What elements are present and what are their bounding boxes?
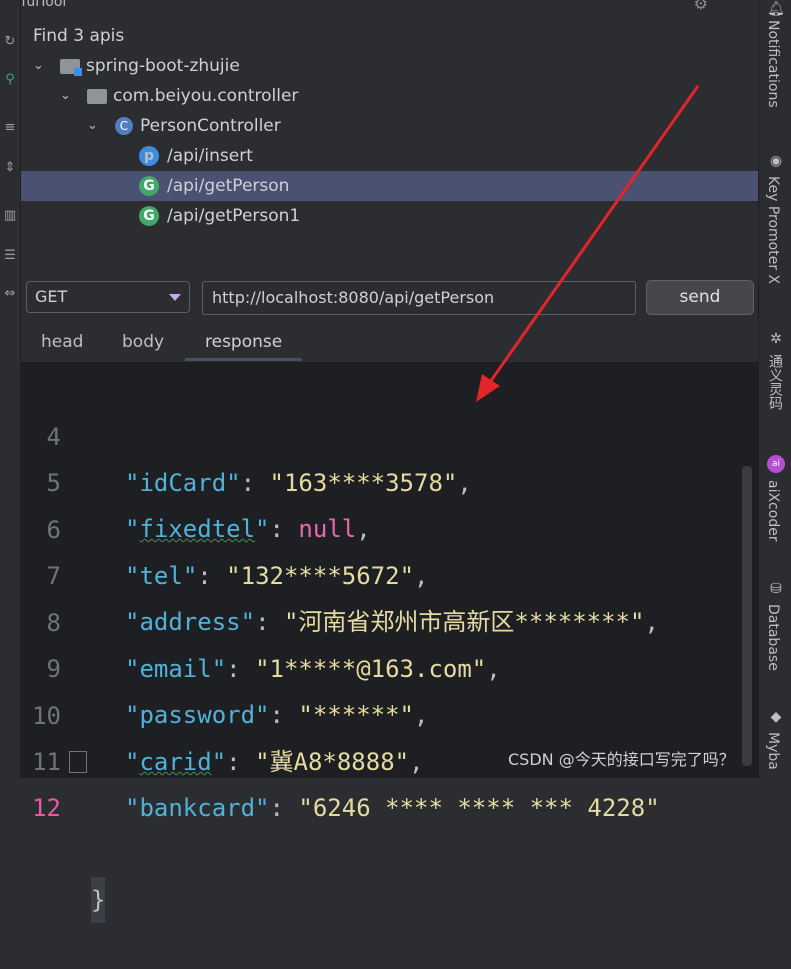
key-promoter-icon[interactable]: ◉: [767, 152, 785, 170]
aixcoder-tab[interactable]: aiXcoder: [765, 480, 781, 542]
search-icon[interactable]: ⚲: [2, 72, 18, 88]
tree-node-package[interactable]: ⌄ com.beiyou.controller: [21, 81, 758, 111]
tool-window-title: estfulTool ⚙: [0, 0, 760, 18]
tongyi-tab[interactable]: 通义灵码: [765, 354, 785, 410]
code-line: 7 "address": "河南省郑州市高新区********",: [21, 507, 758, 636]
package-folder-icon: [87, 89, 107, 104]
aixcoder-icon[interactable]: ai: [767, 455, 785, 473]
class-icon: C: [115, 117, 133, 135]
chevron-down-icon[interactable]: [169, 294, 181, 301]
chevron-down-icon[interactable]: ⌄: [33, 51, 47, 81]
get-method-icon: G: [139, 206, 159, 226]
code-line: 5 "fixedtel": null,: [21, 414, 758, 543]
notifications-tab[interactable]: Notifications: [765, 20, 781, 108]
code-line: 6 "tel": "132****5672",: [21, 461, 758, 590]
json-key: bankcard: [139, 794, 256, 822]
tab-body[interactable]: body: [122, 323, 164, 361]
project-label: spring-boot-zhujie: [86, 56, 240, 76]
line-number: 12: [32, 794, 61, 822]
key-promoter-tab[interactable]: Key Promoter X: [765, 176, 781, 284]
editor-scrollbar[interactable]: [742, 466, 752, 766]
code-line: 9 "password": "******",: [21, 600, 758, 729]
chevron-down-icon[interactable]: ⌄: [60, 81, 74, 111]
code-line: 10 "carid": "冀A8*8888",: [21, 647, 758, 776]
expand-icon[interactable]: ⇔: [2, 286, 18, 302]
module-folder-icon: [60, 59, 82, 76]
api-path: /api/getPerson: [167, 176, 290, 196]
bell-icon[interactable]: 🔔︎: [767, 0, 785, 18]
json-value: "6246 **** **** *** 4228": [298, 794, 660, 822]
tongyi-icon[interactable]: ✲: [767, 330, 785, 348]
collapse-icon[interactable]: ⇕: [2, 160, 18, 176]
api-path: /api/getPerson1: [167, 206, 301, 226]
fold-icon[interactable]: [69, 751, 87, 773]
tree-header-label: Find 3 apis: [33, 26, 125, 46]
code-line: 11 "bankcard": "6246 **** **** *** 4228": [21, 693, 758, 822]
mybatis-icon[interactable]: ◆: [767, 708, 785, 726]
method-value: GET: [35, 287, 68, 306]
watermark: CSDN @今天的接口写完了吗？: [508, 750, 735, 769]
chevron-down-icon[interactable]: ⌄: [87, 111, 101, 141]
response-editor[interactable]: 4 "idCard": "163****3578", 5 "fixedtel":…: [21, 362, 758, 923]
class-label: PersonController: [140, 116, 281, 136]
closing-brace: }: [91, 877, 106, 923]
tree-node-api[interactable]: p /api/insert: [21, 141, 758, 171]
database-tab[interactable]: Database: [765, 604, 781, 671]
left-toolbar: ↻ ⚲ ≡ ⇕ ▥ ☰ ⇔: [0, 0, 21, 778]
get-method-icon: G: [139, 176, 159, 196]
code-content: "bankcard": "6246 **** **** *** 4228": [125, 794, 660, 822]
tree-header: Find 3 apis: [21, 21, 758, 51]
database-icon[interactable]: ⛁: [767, 580, 785, 598]
mybatis-tab[interactable]: Myba: [765, 732, 781, 770]
send-button[interactable]: send: [646, 280, 754, 315]
filter-icon[interactable]: ≡: [2, 120, 18, 136]
tree-node-project[interactable]: ⌄ spring-boot-zhujie: [21, 51, 758, 81]
gear-icon[interactable]: ⚙: [694, 0, 708, 13]
post-method-icon: p: [139, 146, 159, 166]
response-tabs: head body response: [21, 323, 758, 361]
package-label: com.beiyou.controller: [113, 86, 299, 106]
tree-node-api[interactable]: G /api/getPerson1: [21, 201, 758, 231]
api-tree: Find 3 apis ⌄ spring-boot-zhujie ⌄ com.b…: [21, 18, 758, 273]
refresh-icon[interactable]: ↻: [2, 34, 18, 50]
tree-node-class[interactable]: ⌄ C PersonController: [21, 111, 758, 141]
code-line: 4 "idCard": "163****3578",: [21, 368, 758, 497]
method-select[interactable]: GET: [26, 281, 190, 313]
url-value: http://localhost:8080/api/getPerson: [212, 288, 495, 307]
stats-icon[interactable]: ▥: [2, 208, 18, 224]
tree-node-api-selected[interactable]: G /api/getPerson: [21, 171, 758, 201]
code-line: 8 "email": "1*****@163.com",: [21, 554, 758, 683]
tab-head[interactable]: head: [41, 323, 83, 361]
right-toolbar: 🔔︎ Notifications ◉ Key Promoter X ✲ 通义灵码…: [758, 0, 791, 778]
tab-response[interactable]: response: [185, 323, 303, 361]
url-input[interactable]: http://localhost:8080/api/getPerson: [202, 281, 636, 315]
api-path: /api/insert: [167, 146, 253, 166]
align-icon[interactable]: ☰: [2, 248, 18, 264]
